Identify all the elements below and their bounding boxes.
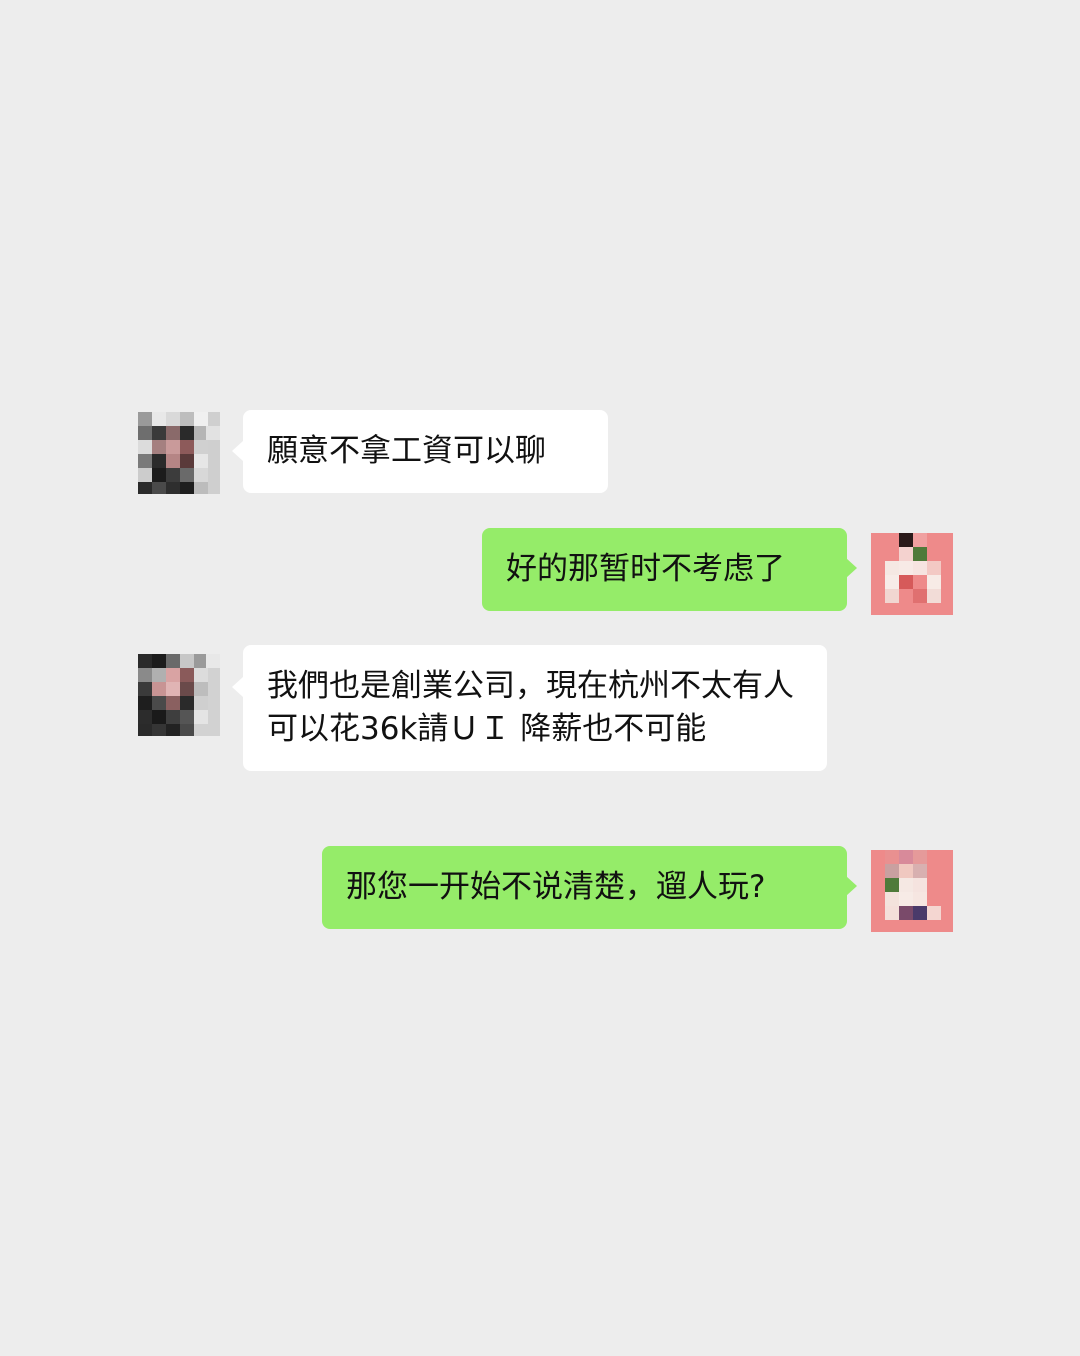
pixelated-avatar-image <box>871 850 953 932</box>
self-avatar[interactable] <box>871 533 953 615</box>
message-text: 我們也是創業公司，現在杭州不太有人可以花36k請ＵＩ 降薪也不可能 <box>267 668 794 747</box>
contact-avatar[interactable] <box>138 412 220 494</box>
pixelated-avatar-image <box>871 533 953 615</box>
pixelated-avatar-image <box>138 654 220 736</box>
message-text: 好的那暂时不考虑了 <box>506 551 785 587</box>
message-bubble-outgoing[interactable]: 好的那暂时不考虑了 <box>482 528 847 611</box>
message-bubble-incoming[interactable]: 願意不拿工資可以聊 <box>243 410 608 493</box>
message-bubble-outgoing[interactable]: 那您一开始不说清楚，遛人玩? <box>322 846 847 929</box>
bubble-tail <box>232 677 243 697</box>
message-text: 願意不拿工資可以聊 <box>267 433 546 469</box>
bubble-tail <box>846 558 857 578</box>
bubble-tail <box>846 876 857 896</box>
chat-conversation: 願意不拿工資可以聊 好的那暂时不考虑了 我們也是創業公司，現在杭州不太有人可以花… <box>0 0 1080 1356</box>
bubble-tail <box>232 441 243 461</box>
pixelated-avatar-image <box>138 412 220 494</box>
self-avatar[interactable] <box>871 850 953 932</box>
contact-avatar[interactable] <box>138 654 220 736</box>
message-text: 那您一开始不说清楚，遛人玩? <box>346 869 766 905</box>
message-bubble-incoming[interactable]: 我們也是創業公司，現在杭州不太有人可以花36k請ＵＩ 降薪也不可能 <box>243 645 827 771</box>
